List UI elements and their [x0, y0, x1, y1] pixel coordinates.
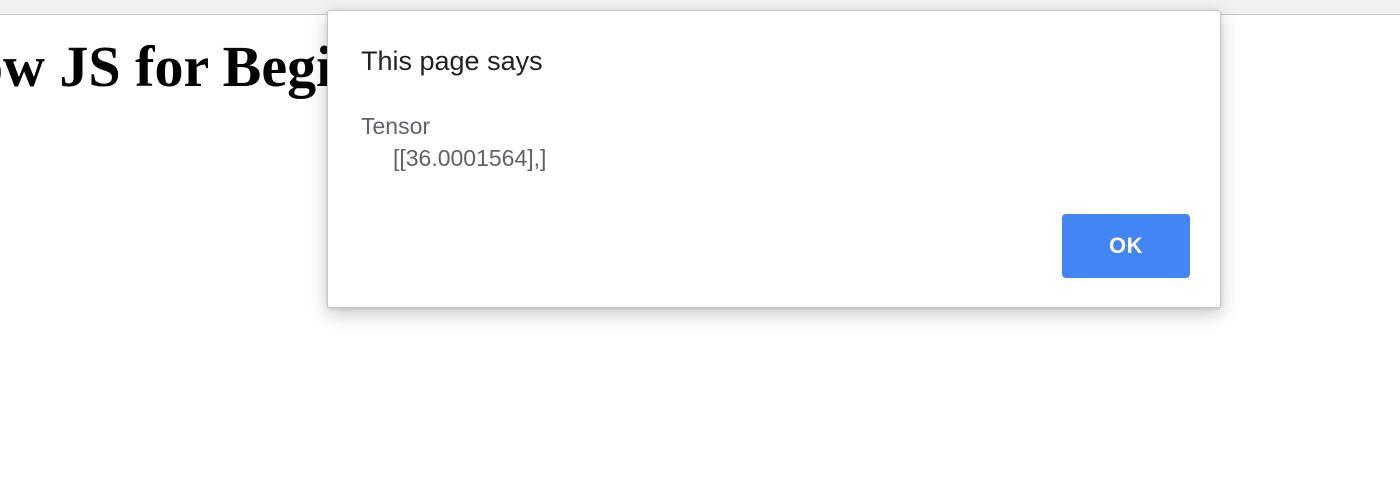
alert-title: This page says — [361, 46, 543, 76]
alert-message-line: Tensor — [361, 113, 431, 139]
alert-dialog: This page says Tensor [[36.0001564],] OK — [327, 10, 1221, 308]
alert-message: Tensor [[36.0001564],] — [361, 110, 546, 174]
ok-button[interactable]: OK — [1062, 214, 1190, 278]
alert-message-line: [[36.0001564],] — [361, 145, 547, 171]
